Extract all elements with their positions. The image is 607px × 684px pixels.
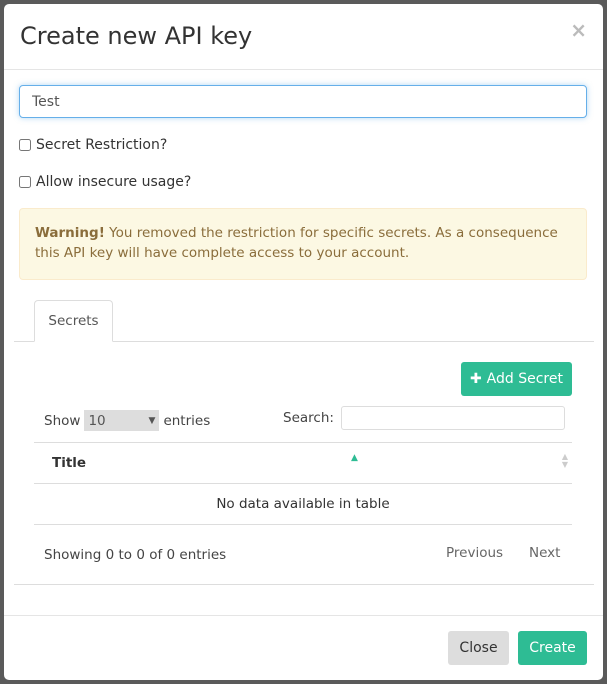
api-key-name-input[interactable] — [19, 85, 587, 118]
close-button[interactable]: Close — [448, 631, 509, 665]
secret-restriction-check[interactable] — [19, 139, 31, 151]
create-button[interactable]: Create — [518, 631, 587, 665]
plus-icon: ✚ — [470, 371, 487, 387]
table-search: Search: — [283, 406, 565, 430]
secret-restriction-checkbox[interactable]: Secret Restriction? — [19, 137, 167, 153]
allow-insecure-check[interactable] — [19, 176, 31, 188]
add-secret-label: Add Secret — [486, 371, 563, 387]
empty-row: No data available in table — [34, 484, 572, 525]
add-secret-button[interactable]: ✚ Add Secret — [461, 362, 572, 396]
show-label: Show — [44, 412, 81, 429]
search-input[interactable] — [340, 406, 565, 430]
warning-strong: Warning! — [35, 225, 105, 241]
modal-footer — [4, 615, 603, 616]
column-title-label: Title — [52, 455, 87, 471]
secret-restriction-label: Secret Restriction? — [36, 137, 168, 153]
column-header-title[interactable]: Title ▲ ▲ ▼ — [34, 442, 572, 484]
allow-insecure-label: Allow insecure usage? — [36, 174, 192, 190]
tab-content-divider — [14, 584, 594, 585]
secrets-table: Title ▲ ▲ ▼ No data available in table — [34, 442, 572, 525]
entries-select[interactable]: 10 ▼ — [84, 410, 160, 431]
modal-header: Create new API key × — [4, 4, 603, 70]
warning-text: You removed the restriction for specific… — [35, 225, 558, 261]
tab-secrets[interactable]: Secrets — [34, 300, 113, 342]
search-label: Search: — [283, 410, 334, 426]
previous-page-button[interactable]: Previous — [446, 545, 503, 561]
create-api-key-modal: Create new API key × Secret Restriction?… — [4, 4, 603, 680]
close-icon[interactable]: × — [570, 18, 587, 42]
next-page-button[interactable]: Next — [529, 545, 560, 561]
sort-asc-icon: ▲ — [351, 453, 358, 463]
entries-value: 10 — [88, 412, 106, 429]
caret-down-icon: ▼ — [148, 415, 156, 426]
sort-both-icon: ▲ ▼ — [561, 452, 568, 469]
warning-alert: Warning! You removed the restriction for… — [19, 208, 587, 280]
allow-insecure-checkbox[interactable]: Allow insecure usage? — [19, 174, 191, 190]
table-info: Showing 0 to 0 of 0 entries — [44, 547, 227, 563]
entries-length: Show 10 ▼ entries — [44, 410, 210, 431]
entries-label: entries — [163, 412, 211, 429]
modal-title: Create new API key — [20, 22, 253, 50]
